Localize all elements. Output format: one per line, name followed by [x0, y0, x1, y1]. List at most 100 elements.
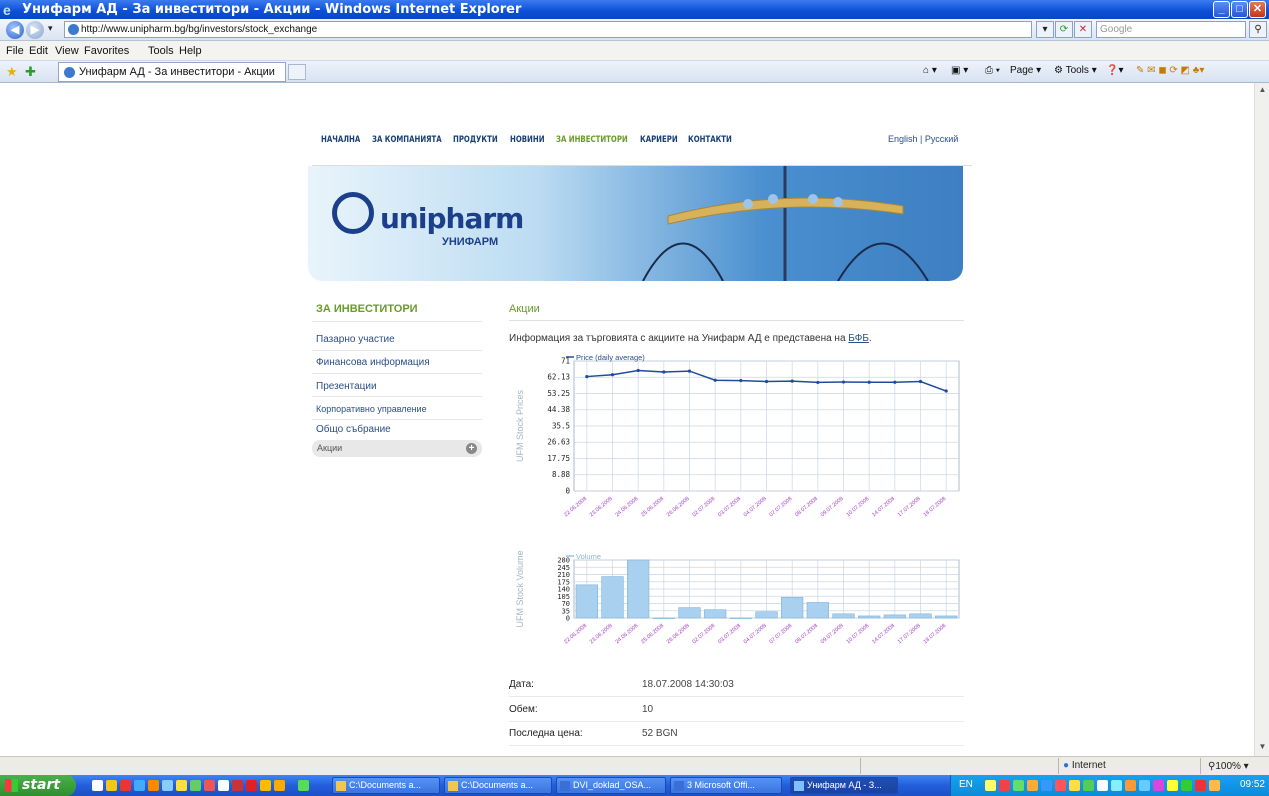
tray-icon[interactable] [1055, 780, 1066, 791]
refresh-icon[interactable]: ⟳ [1055, 21, 1073, 38]
add-favorite-icon[interactable]: ✚ [25, 64, 36, 80]
sidebar-divider [312, 373, 482, 374]
lang-english-link[interactable]: English [888, 134, 918, 144]
feeds-icon[interactable]: ▣ ▾ [951, 65, 968, 76]
taskbar-button-ie[interactable]: Унифарм АД - З... [790, 777, 898, 794]
quicklaunch-icon[interactable] [162, 780, 173, 791]
tray-icon[interactable] [1139, 780, 1150, 791]
intro-text: Информация за търговията с акциите на Ун… [509, 333, 872, 344]
start-label: start [22, 777, 61, 793]
tray-icon[interactable] [1013, 780, 1024, 791]
tray-icon[interactable] [985, 780, 996, 791]
taskbar-button-word[interactable]: DVI_doklad_OSA... [556, 777, 666, 794]
tray-icon[interactable] [1153, 780, 1164, 791]
minimize-button[interactable]: _ [1213, 1, 1230, 18]
quicklaunch-icon[interactable] [176, 780, 187, 791]
menu-favorites[interactable]: Favorites [84, 45, 129, 57]
scroll-up-icon[interactable]: ▲ [1257, 85, 1268, 96]
status-separator [860, 758, 861, 774]
menu-help[interactable]: Help [179, 45, 202, 57]
quicklaunch-icon[interactable] [260, 780, 271, 791]
stop-icon[interactable]: ✕ [1074, 21, 1092, 38]
quicklaunch-icon[interactable] [92, 780, 103, 791]
nav-news[interactable]: НОВИНИ [510, 135, 545, 145]
quicklaunch-icon[interactable] [190, 780, 201, 791]
quicklaunch-icon[interactable] [246, 780, 257, 791]
page-menu-button[interactable]: Page ▾ [1010, 65, 1041, 76]
lang-russian-link[interactable]: Русский [925, 134, 958, 144]
sidebar-item-shares[interactable]: Акции + [312, 440, 482, 457]
price-point [636, 368, 640, 373]
tray-icon[interactable] [1209, 780, 1220, 791]
quicklaunch-icon[interactable] [298, 780, 309, 791]
browser-tab[interactable]: Унифарм АД - За инвеститори - Акции [58, 62, 286, 82]
tray-icon[interactable] [1069, 780, 1080, 791]
quicklaunch-icon[interactable] [148, 780, 159, 791]
home-icon[interactable]: ⌂ ▾ [923, 65, 937, 76]
close-button[interactable]: ✕ [1249, 1, 1266, 18]
maximize-button[interactable]: □ [1231, 1, 1248, 18]
help-icon[interactable]: ❓▾ [1106, 65, 1123, 76]
tray-icon[interactable] [1097, 780, 1108, 791]
sidebar-item-finance[interactable]: Финансова информация [316, 357, 430, 368]
address-dropdown-button[interactable]: ▾ [1036, 21, 1054, 38]
nav-contacts[interactable]: КОНТАКТИ [688, 135, 732, 145]
favorites-star-icon[interactable]: ★ [6, 64, 18, 80]
language-indicator[interactable]: EN [959, 779, 973, 790]
menu-view[interactable]: View [55, 45, 79, 57]
back-button[interactable]: ◀ [6, 21, 24, 39]
price-point [944, 389, 948, 393]
scroll-down-icon[interactable]: ▼ [1257, 742, 1268, 753]
menu-file[interactable]: File [6, 45, 24, 57]
search-input[interactable]: Google [1096, 21, 1246, 38]
tray-icon[interactable] [999, 780, 1010, 791]
tray-icon[interactable] [1111, 780, 1122, 791]
tray-icon[interactable] [1125, 780, 1136, 791]
zoom-level[interactable]: ⚲100% ▾ [1208, 761, 1249, 772]
sidebar-divider [312, 396, 482, 397]
bfb-link[interactable]: БФБ [848, 333, 869, 344]
menu-tools[interactable]: Tools [148, 45, 174, 57]
sidebar-item-governance[interactable]: Корпоративно управление [316, 404, 427, 414]
search-icon[interactable]: ⚲ [1249, 21, 1267, 38]
quicklaunch-icon[interactable] [204, 780, 215, 791]
vertical-scrollbar[interactable]: ▲ ▼ [1254, 83, 1269, 756]
nav-products[interactable]: ПРОДУКТИ [453, 135, 498, 145]
addon-icons[interactable]: ✎ ✉ ◼ ⟳ ◩ ♣▾ [1136, 65, 1204, 76]
nav-home[interactable]: НАЧАЛНА [321, 135, 360, 145]
price-point [790, 379, 794, 383]
taskbar-button-folder-1[interactable]: C:\Documents a... [332, 777, 440, 794]
quicklaunch-icon[interactable] [232, 780, 243, 791]
nav-company[interactable]: ЗА КОМПАНИЯТА [372, 135, 442, 145]
tray-icon[interactable] [1041, 780, 1052, 791]
tray-icon[interactable] [1027, 780, 1038, 791]
nav-investors[interactable]: ЗА ИНВЕСТИТОРИ [556, 135, 628, 145]
forward-button[interactable]: ▶ [26, 21, 44, 39]
tray-icon[interactable] [1181, 780, 1192, 791]
sidebar-item-assembly[interactable]: Общо събрание [316, 424, 391, 435]
quicklaunch-icon[interactable] [218, 780, 229, 791]
taskbar-button-folder-2[interactable]: C:\Documents a... [444, 777, 552, 794]
nav-careers[interactable]: КАРИЕРИ [640, 135, 678, 145]
address-bar[interactable]: http://www.unipharm.bg/bg/investors/stoc… [64, 21, 1032, 38]
new-tab-button[interactable] [288, 64, 306, 80]
taskbar-button-office[interactable]: 3 Microsoft Offi... [670, 777, 782, 794]
quicklaunch-icon[interactable] [274, 780, 285, 791]
tools-menu-button[interactable]: ⚙ Tools ▾ [1054, 65, 1097, 76]
tray-icon[interactable] [1195, 780, 1206, 791]
quicklaunch-icon[interactable] [106, 780, 117, 791]
y-tick-label: 35.5 [552, 422, 570, 431]
sidebar-divider [312, 321, 482, 322]
print-icon[interactable]: ⎙ ▾ [985, 65, 1000, 76]
menu-edit[interactable]: Edit [29, 45, 48, 57]
tray-icon[interactable] [1167, 780, 1178, 791]
y-axis-label: UFM Stock Volume [515, 550, 525, 627]
nav-dropdown-icon[interactable]: ▾ [48, 23, 53, 34]
start-button[interactable]: start [0, 775, 76, 796]
sidebar-item-presentations[interactable]: Презентации [316, 381, 377, 392]
price-point [610, 373, 615, 377]
sidebar-item-market[interactable]: Пазарно участие [316, 334, 395, 345]
quicklaunch-icon[interactable] [120, 780, 131, 791]
quicklaunch-icon[interactable] [134, 780, 145, 791]
tray-icon[interactable] [1083, 780, 1094, 791]
